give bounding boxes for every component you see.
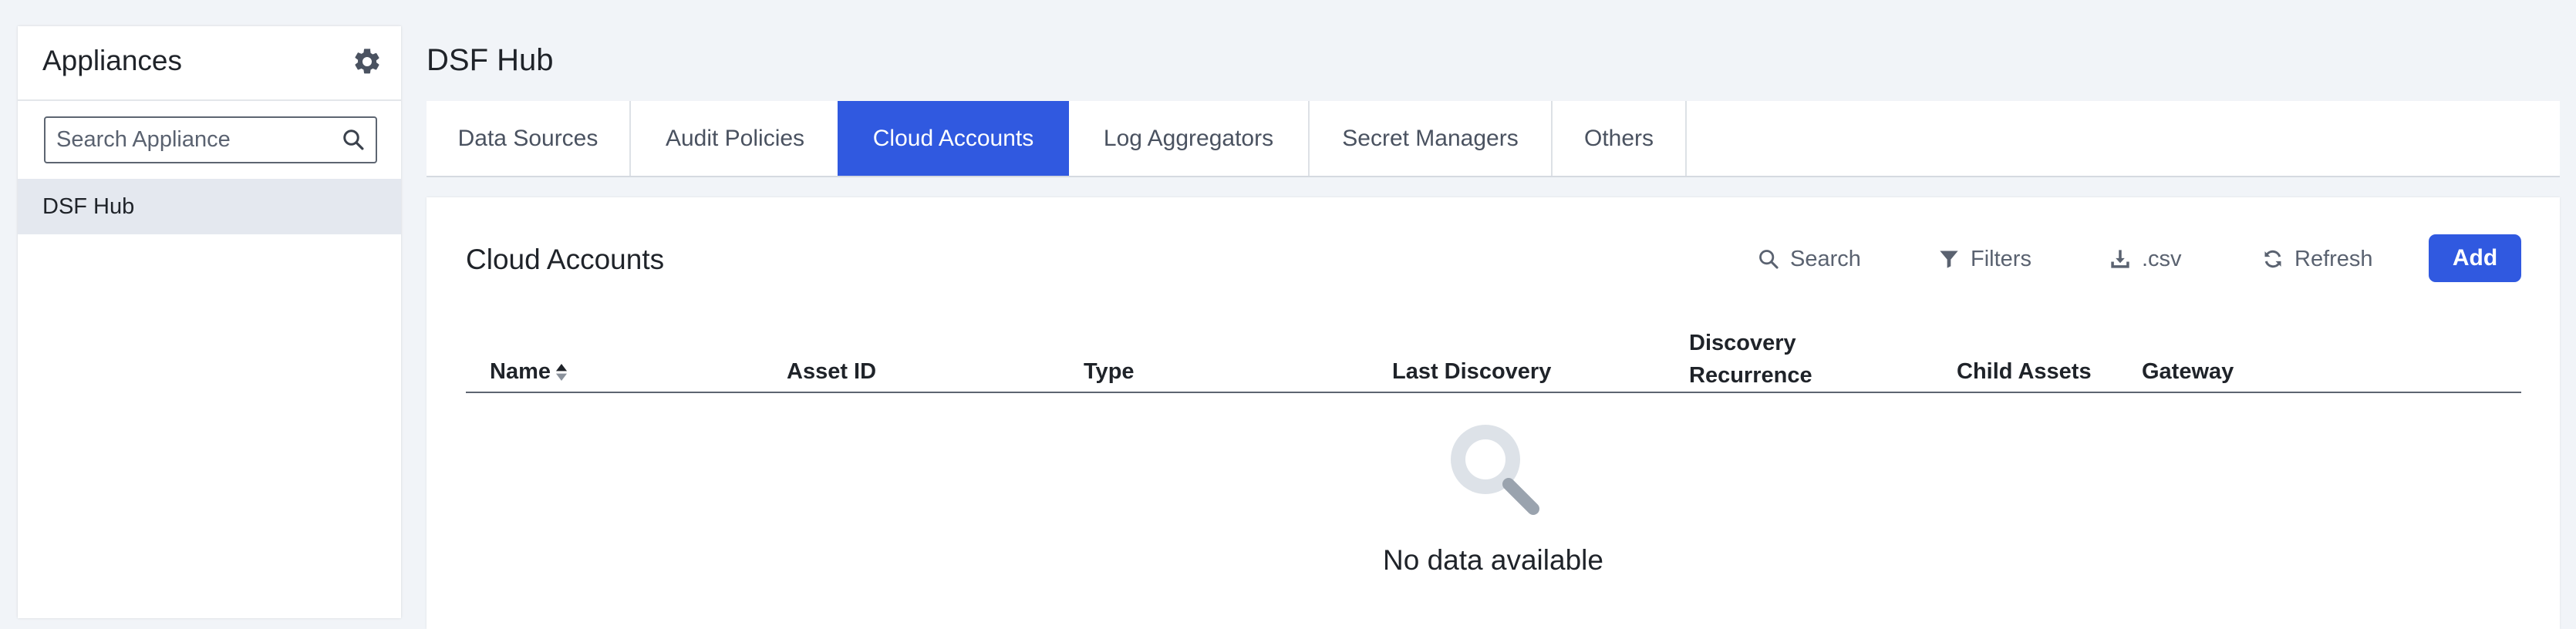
search-button-label: Search	[1790, 246, 1861, 271]
search-icon	[1759, 250, 1779, 269]
column-header-discovery-line1: Discovery	[1689, 331, 1796, 355]
tab-data-sources[interactable]: Data Sources	[427, 101, 631, 176]
column-header-asset-id[interactable]: Asset ID	[787, 359, 876, 385]
column-name-label: Name	[490, 359, 551, 384]
column-header-type[interactable]: Type	[1084, 359, 1135, 385]
csv-button-label: .csv	[2142, 246, 2182, 271]
search-button[interactable]: Search	[1758, 244, 1861, 274]
appliance-search-input[interactable]	[55, 118, 328, 162]
cloud-accounts-panel: Cloud Accounts Search Filters .csv Refre…	[427, 197, 2560, 629]
panel-title: Cloud Accounts	[466, 244, 665, 275]
column-header-discovery-recurrence[interactable]: Discovery Recurrence	[1689, 327, 1812, 392]
column-header-last-discovery[interactable]: Last Discovery	[1392, 359, 1551, 385]
tab-bar: Data Sources Audit Policies Cloud Accoun…	[427, 101, 2560, 177]
refresh-icon	[2264, 250, 2281, 268]
filters-button[interactable]: Filters	[1938, 244, 2031, 274]
sidebar-title: Appliances	[42, 45, 183, 76]
magnifier-empty-icon	[1451, 425, 1539, 515]
refresh-button-label: Refresh	[2294, 246, 2373, 271]
tab-log-aggregators[interactable]: Log Aggregators	[1069, 101, 1310, 176]
page-title: DSF Hub	[427, 43, 554, 77]
empty-state-text: No data available	[1383, 544, 1603, 576]
column-header-name[interactable]: Name	[490, 359, 568, 385]
column-header-discovery-line2: Recurrence	[1689, 363, 1812, 388]
csv-export-button[interactable]: .csv	[2109, 244, 2182, 274]
column-header-child-assets[interactable]: Child Assets	[1957, 359, 2092, 385]
filter-icon	[1940, 251, 1958, 268]
tab-secret-managers[interactable]: Secret Managers	[1310, 101, 1553, 176]
tab-cloud-accounts[interactable]: Cloud Accounts	[838, 101, 1069, 176]
sidebar-item-label: DSF Hub	[42, 194, 135, 219]
sort-icon[interactable]	[555, 364, 568, 382]
sidebar-header: Appliances	[18, 26, 401, 101]
tab-others[interactable]: Others	[1553, 101, 1687, 176]
refresh-button[interactable]: Refresh	[2262, 244, 2373, 274]
table-header: Name Asset ID Type Last Discovery Discov…	[466, 313, 2521, 393]
column-header-gateway[interactable]: Gateway	[2142, 359, 2234, 385]
filters-button-label: Filters	[1971, 246, 2031, 271]
appliance-search-field[interactable]	[44, 116, 377, 163]
search-icon[interactable]	[342, 128, 365, 151]
appliances-sidebar: Appliances DSF Hub	[18, 26, 401, 618]
add-button[interactable]: Add	[2429, 234, 2521, 282]
download-icon	[2111, 250, 2129, 268]
tab-audit-policies[interactable]: Audit Policies	[631, 101, 841, 176]
gear-icon[interactable]	[352, 46, 383, 77]
sidebar-item-dsf-hub[interactable]: DSF Hub	[18, 179, 401, 234]
